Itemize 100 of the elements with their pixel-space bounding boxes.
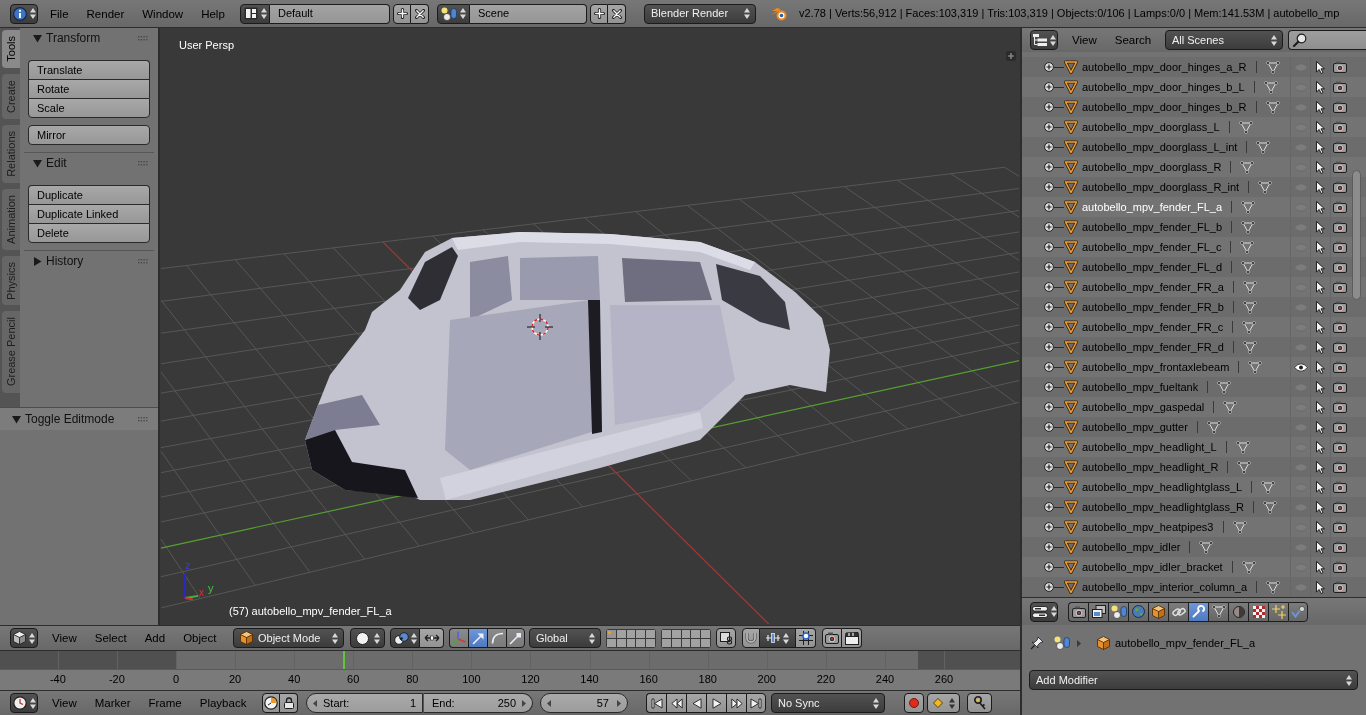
outliner-row[interactable]: autobello_mpv_fender_FR_b bbox=[1022, 297, 1366, 317]
cursor-arrow-icon[interactable] bbox=[1316, 220, 1325, 234]
layer-button[interactable] bbox=[681, 629, 691, 638]
expand-icon[interactable] bbox=[1044, 222, 1054, 232]
editor-type-button[interactable] bbox=[10, 3, 38, 24]
outliner-row[interactable]: autobello_mpv_headlightglass_R bbox=[1022, 497, 1366, 517]
delete-layout-button[interactable] bbox=[411, 3, 429, 24]
properties-tab[interactable] bbox=[1148, 601, 1168, 622]
layer-button[interactable] bbox=[607, 638, 616, 647]
cursor-arrow-icon[interactable] bbox=[1316, 80, 1325, 94]
car-model-drawing[interactable] bbox=[305, 232, 830, 500]
object-name[interactable]: autobello_mpv_heatpipes3 bbox=[1082, 518, 1214, 536]
tool-button[interactable]: Mirror bbox=[28, 125, 150, 145]
record-button[interactable] bbox=[904, 693, 924, 713]
outliner-row[interactable]: autobello_mpv_doorglass_R_int bbox=[1022, 177, 1366, 197]
pin-icon[interactable] bbox=[1030, 636, 1044, 650]
cursor-arrow-icon[interactable] bbox=[1316, 520, 1325, 534]
editor-type-button[interactable] bbox=[1030, 601, 1058, 622]
layer-button[interactable] bbox=[691, 629, 701, 638]
tool-shelf-tab[interactable]: Relations bbox=[2, 124, 20, 183]
menu-item[interactable]: View bbox=[1063, 30, 1106, 50]
tool-shelf-tab[interactable]: Create bbox=[2, 73, 20, 119]
expand-icon[interactable] bbox=[1044, 202, 1054, 212]
cursor-arrow-icon[interactable] bbox=[1316, 480, 1325, 494]
properties-tab[interactable] bbox=[1268, 601, 1288, 622]
object-name[interactable]: autobello_mpv_fender_FR_b bbox=[1082, 298, 1224, 316]
menu-item[interactable]: Window bbox=[133, 3, 193, 24]
playback-button[interactable] bbox=[646, 693, 666, 713]
expand-icon[interactable] bbox=[1044, 462, 1054, 472]
cursor-arrow-icon[interactable] bbox=[1316, 160, 1325, 174]
cursor-arrow-icon[interactable] bbox=[1316, 240, 1325, 254]
tool-shelf-tab[interactable]: Animation bbox=[2, 188, 20, 250]
properties-tab[interactable] bbox=[1208, 601, 1228, 622]
layer-button[interactable] bbox=[701, 638, 710, 647]
properties-tab[interactable] bbox=[1088, 601, 1108, 622]
expand-icon[interactable] bbox=[1044, 282, 1054, 292]
playback-button[interactable] bbox=[746, 693, 766, 713]
menu-item[interactable]: Object bbox=[174, 628, 226, 648]
cursor-arrow-icon[interactable] bbox=[1316, 180, 1325, 194]
object-name[interactable]: autobello_mpv_headlight_L bbox=[1082, 438, 1217, 456]
manipulator-button[interactable] bbox=[468, 628, 487, 648]
tool-button[interactable]: Duplicate Linked bbox=[28, 204, 150, 223]
add-modifier-dropdown[interactable]: Add Modifier bbox=[1029, 670, 1358, 690]
scene-selector-button[interactable] bbox=[437, 3, 470, 24]
menu-item[interactable]: Search bbox=[1105, 30, 1161, 50]
editor-type-button[interactable] bbox=[10, 693, 38, 713]
expand-icon[interactable] bbox=[1044, 142, 1054, 152]
mode-dropdown[interactable]: Object Mode bbox=[233, 628, 344, 648]
snap-button[interactable] bbox=[742, 628, 760, 648]
outliner-row[interactable]: autobello_mpv_headlight_R bbox=[1022, 457, 1366, 477]
cursor-arrow-icon[interactable] bbox=[1316, 400, 1325, 414]
cursor-arrow-icon[interactable] bbox=[1316, 260, 1325, 274]
panel-title[interactable]: Transform bbox=[46, 29, 101, 47]
playback-button[interactable] bbox=[686, 693, 706, 713]
expand-icon[interactable] bbox=[1044, 542, 1054, 552]
properties-tab[interactable] bbox=[1168, 601, 1188, 622]
eye-icon[interactable] bbox=[1293, 362, 1308, 372]
expand-icon[interactable] bbox=[1044, 442, 1054, 452]
disclosure-triangle-icon[interactable] bbox=[33, 256, 42, 266]
object-name[interactable]: autobello_mpv_doorglass_L bbox=[1082, 118, 1220, 136]
expand-icon[interactable] bbox=[1044, 402, 1054, 412]
object-name[interactable]: autobello_mpv_fender_FR_c bbox=[1082, 318, 1224, 336]
object-name[interactable]: autobello_mpv_fender_FL_d bbox=[1082, 258, 1223, 276]
menu-item[interactable]: Frame bbox=[139, 693, 191, 713]
disclosure-triangle-icon[interactable] bbox=[33, 33, 42, 43]
tool-shelf-tab[interactable]: Grease Pencil bbox=[2, 311, 20, 393]
render-image-button[interactable] bbox=[822, 628, 842, 648]
menu-item[interactable]: Select bbox=[85, 628, 136, 648]
render-engine-dropdown[interactable]: Blender Render bbox=[644, 3, 756, 24]
layer-button[interactable] bbox=[671, 638, 681, 647]
layer-button[interactable] bbox=[616, 638, 626, 647]
end-frame-field[interactable]: End: 250 bbox=[423, 693, 533, 713]
object-name[interactable]: autobello_mpv_doorglass_R bbox=[1082, 158, 1222, 176]
cursor-arrow-icon[interactable] bbox=[1316, 300, 1325, 314]
snap-target-button[interactable] bbox=[796, 628, 816, 648]
orientation-dropdown[interactable]: Global bbox=[529, 628, 601, 648]
cursor-arrow-icon[interactable] bbox=[1316, 540, 1325, 554]
disclosure-triangle-icon[interactable] bbox=[33, 158, 42, 168]
layer-button[interactable] bbox=[636, 638, 646, 647]
expand-icon[interactable] bbox=[1044, 482, 1054, 492]
outliner-row[interactable]: autobello_mpv_gutter bbox=[1022, 417, 1366, 437]
expand-icon[interactable] bbox=[1044, 522, 1054, 532]
object-name[interactable]: autobello_mpv_interior_column_a bbox=[1082, 578, 1248, 596]
outliner-row[interactable]: autobello_mpv_door_hinges_a_R bbox=[1022, 57, 1366, 77]
expand-icon[interactable] bbox=[1044, 502, 1054, 512]
layer-button[interactable] bbox=[626, 629, 636, 638]
expand-icon[interactable] bbox=[1044, 62, 1054, 72]
object-name[interactable]: autobello_mpv_fueltank bbox=[1082, 378, 1199, 396]
add-scene-button[interactable] bbox=[590, 3, 608, 24]
cursor-arrow-icon[interactable] bbox=[1316, 380, 1325, 394]
menu-item[interactable]: File bbox=[41, 3, 78, 24]
properties-tab[interactable] bbox=[1288, 601, 1308, 622]
current-frame-field[interactable]: 57 bbox=[540, 693, 628, 713]
cursor-arrow-icon[interactable] bbox=[1316, 500, 1325, 514]
tool-shelf-tab[interactable]: Physics bbox=[2, 255, 20, 306]
layer-button[interactable] bbox=[662, 638, 671, 647]
expand-icon[interactable] bbox=[1044, 122, 1054, 132]
tool-shelf-tab[interactable]: Tools bbox=[2, 30, 20, 68]
display-mode-dropdown[interactable]: All Scenes bbox=[1165, 30, 1283, 50]
tool-button[interactable]: Delete bbox=[28, 223, 150, 243]
